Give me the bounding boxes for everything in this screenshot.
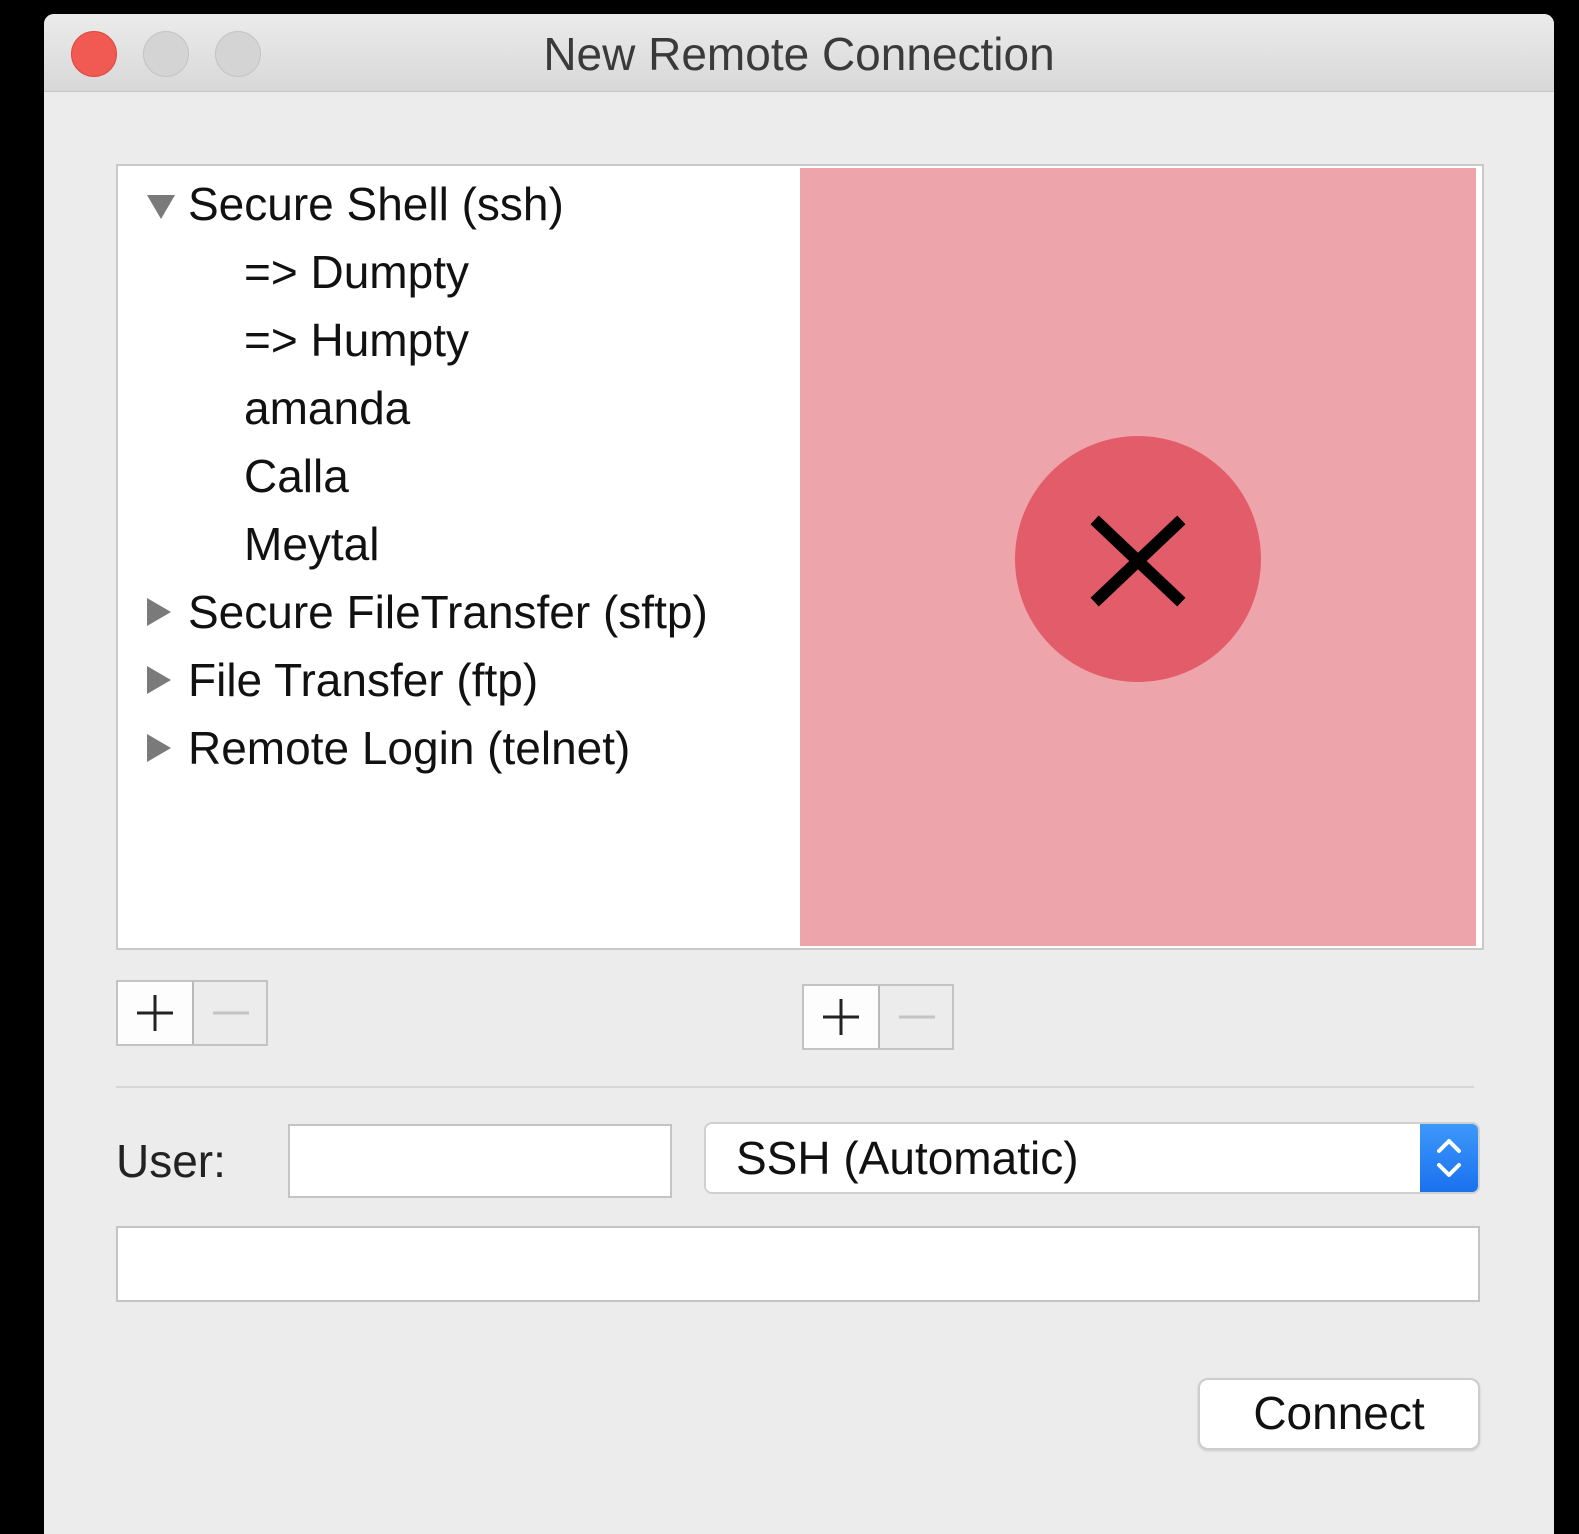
service-row-sftp[interactable]: Secure FileTransfer (sftp): [118, 578, 800, 646]
server-row-calla[interactable]: Calla: [118, 442, 800, 510]
section-divider: [116, 1086, 1474, 1088]
service-row-telnet[interactable]: Remote Login (telnet): [118, 714, 800, 782]
disclosure-open-icon[interactable]: [147, 195, 175, 219]
host-input[interactable]: [116, 1226, 1480, 1302]
server-label: amanda: [244, 382, 411, 434]
service-label: Secure Shell (ssh): [188, 178, 564, 230]
minus-icon: [213, 1011, 249, 1015]
service-label: Secure FileTransfer (sftp): [188, 586, 708, 638]
server-row-humpty[interactable]: => Humpty: [118, 306, 800, 374]
add-server-button[interactable]: [804, 986, 880, 1048]
add-service-button[interactable]: [118, 982, 194, 1044]
window-title: New Remote Connection: [543, 28, 1055, 80]
user-input[interactable]: [288, 1124, 672, 1198]
protocol-select[interactable]: SSH (Automatic): [704, 1122, 1480, 1194]
service-add-remove-control: [116, 980, 268, 1046]
plus-icon: [823, 999, 859, 1035]
service-label: Remote Login (telnet): [188, 722, 631, 774]
server-list-blocked-overlay: [800, 168, 1476, 946]
title-bar: New Remote Connection: [44, 14, 1554, 92]
chevron-up-down-icon: [1437, 1139, 1461, 1177]
server-label: => Humpty: [244, 314, 469, 366]
new-remote-connection-window: New Remote Connection Secure Shell (ssh)…: [44, 14, 1554, 1534]
protocol-select-value: SSH (Automatic): [736, 1132, 1079, 1184]
close-icon: [1090, 515, 1186, 607]
server-label: Meytal: [244, 518, 380, 570]
server-label: Calla: [244, 450, 349, 502]
popup-stepper[interactable]: [1420, 1124, 1478, 1192]
disclosure-closed-icon[interactable]: [147, 666, 171, 694]
service-row-ssh[interactable]: Secure Shell (ssh): [118, 170, 800, 238]
service-row-ftp[interactable]: File Transfer (ftp): [118, 646, 800, 714]
connect-button[interactable]: Connect: [1198, 1378, 1480, 1450]
disclosure-closed-icon[interactable]: [147, 598, 171, 626]
service-tree: Secure Shell (ssh) => Dumpty => Humpty a…: [118, 166, 800, 948]
server-row-dumpty[interactable]: => Dumpty: [118, 238, 800, 306]
server-add-remove-control: [802, 984, 954, 1050]
remove-service-button[interactable]: [194, 982, 268, 1044]
server-label: => Dumpty: [244, 246, 469, 298]
server-row-meytal[interactable]: Meytal: [118, 510, 800, 578]
remove-server-button[interactable]: [880, 986, 954, 1048]
plus-icon: [137, 995, 173, 1031]
server-row-amanda[interactable]: amanda: [118, 374, 800, 442]
minus-icon: [899, 1015, 935, 1019]
service-label: File Transfer (ftp): [188, 654, 539, 706]
disclosure-closed-icon[interactable]: [147, 734, 171, 762]
connection-browser: Secure Shell (ssh) => Dumpty => Humpty a…: [116, 164, 1484, 950]
user-label: User:: [116, 1135, 226, 1187]
blocked-badge: [1015, 436, 1261, 682]
